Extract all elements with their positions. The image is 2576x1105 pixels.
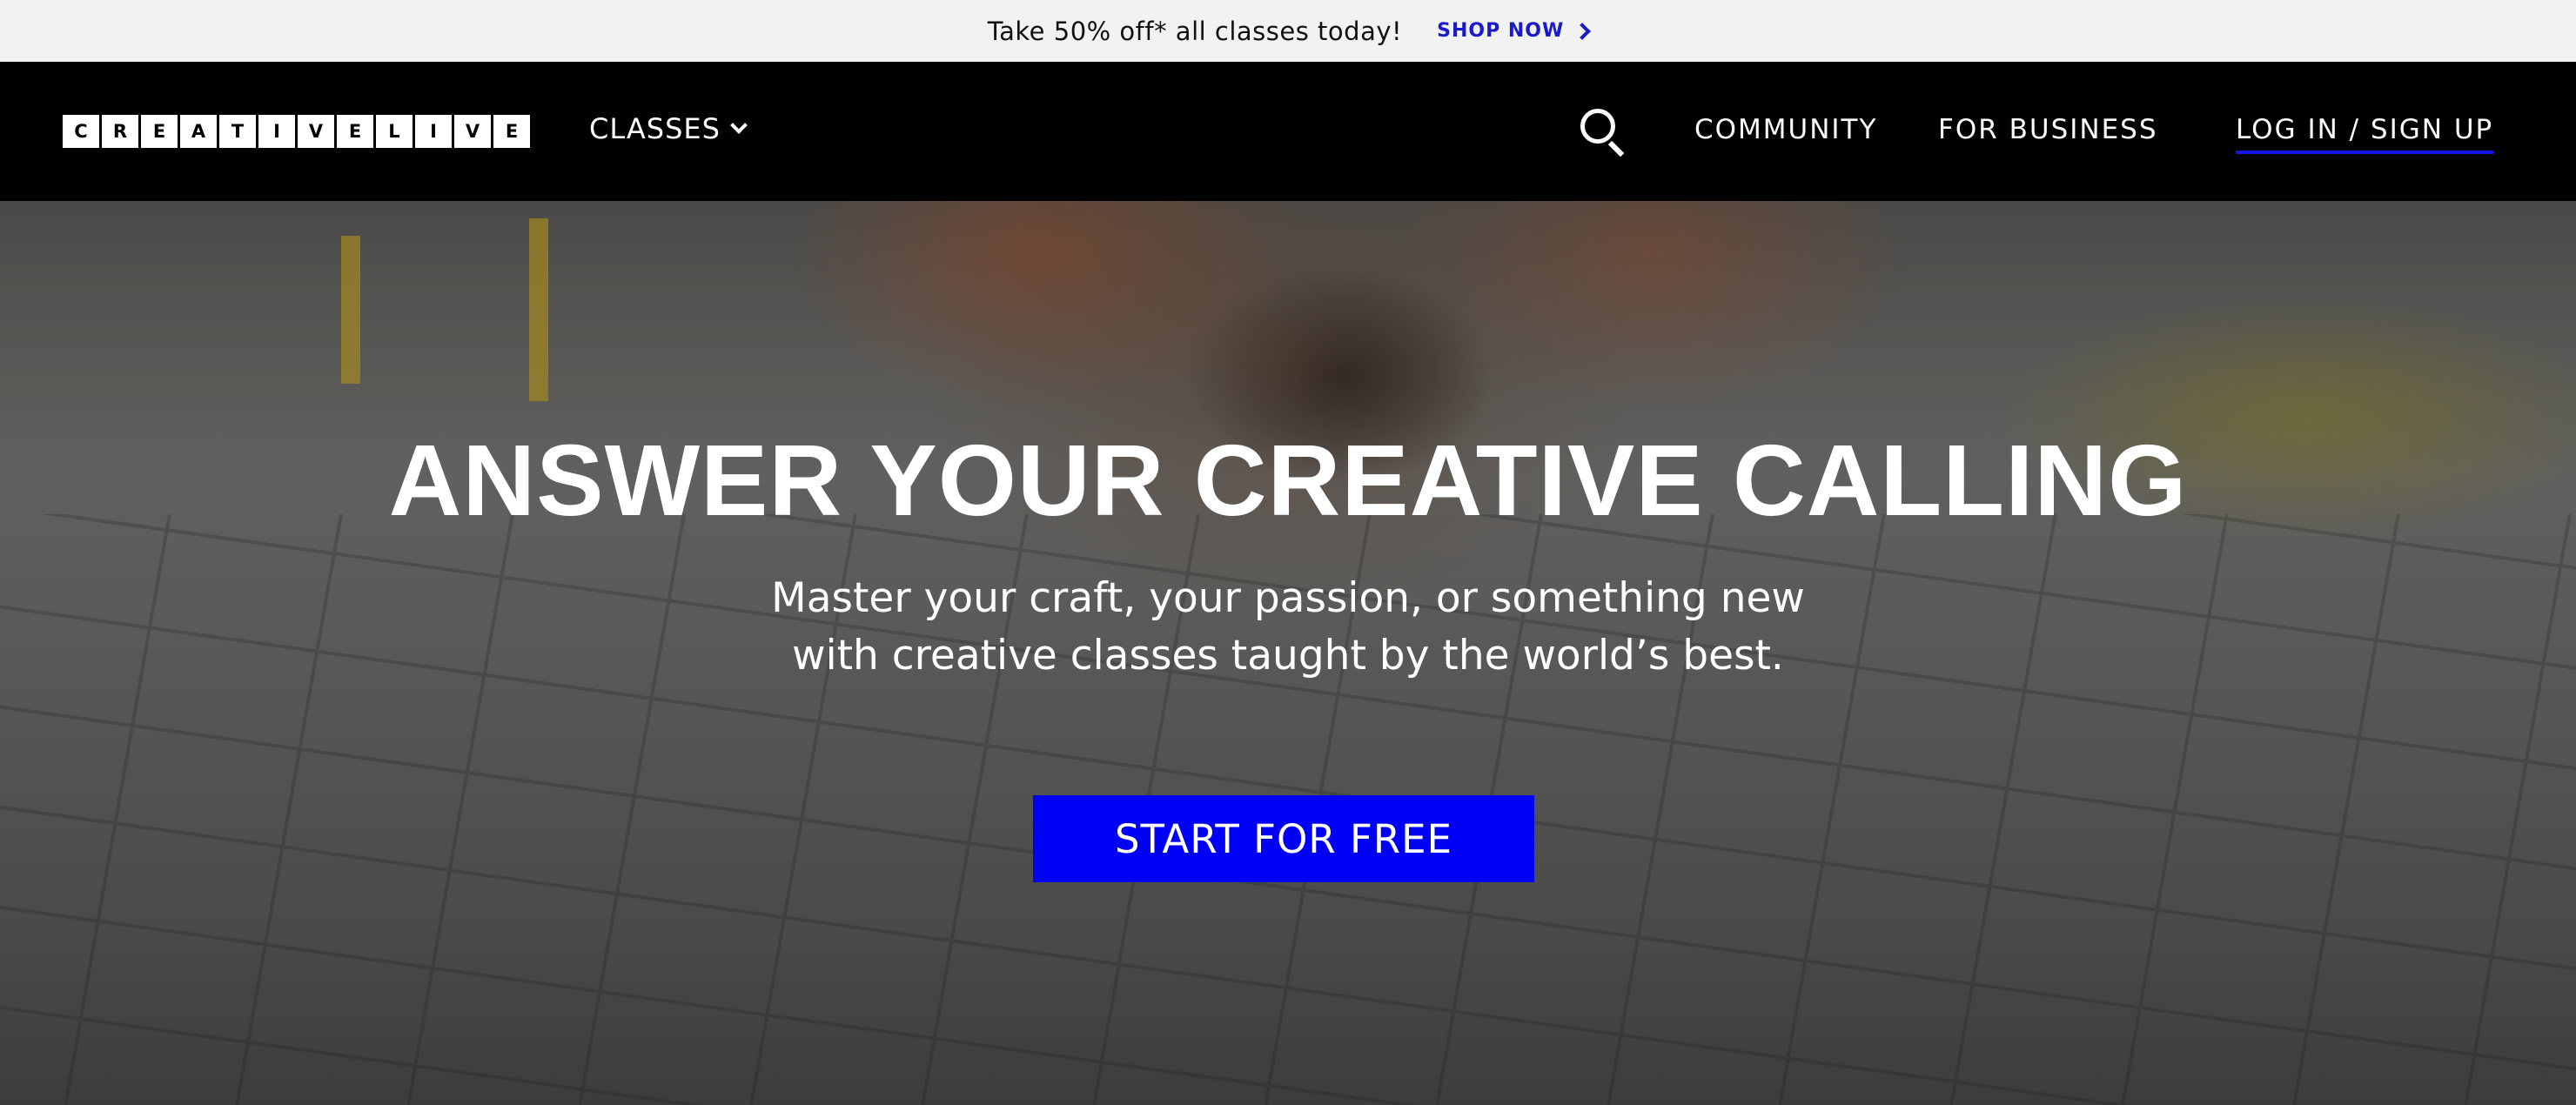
hero-subtitle-line: Master your craft, your passion, or some…: [771, 574, 1805, 622]
classes-label: CLASSES: [589, 112, 721, 145]
chevron-down-icon: [730, 117, 748, 134]
promo-bar: Take 50% off* all classes today! SHOP NO…: [0, 0, 2576, 62]
logo-letter: C: [63, 115, 99, 148]
hero-title: ANSWER YOUR CREATIVE CALLING: [388, 424, 2188, 537]
chevron-right-icon: [1573, 22, 1592, 40]
search-icon[interactable]: [1579, 107, 1627, 157]
login-signup-link[interactable]: LOG IN / SIGN UP: [2236, 114, 2494, 154]
logo-letter: T: [219, 115, 256, 148]
hero-section: ANSWER YOUR CREATIVE CALLING Master your…: [0, 201, 2576, 1105]
logo-letter: V: [298, 115, 334, 148]
hero-subtitle: Master your craft, your passion, or some…: [0, 570, 2576, 685]
logo-letter: R: [102, 115, 138, 148]
logo-letter: I: [415, 115, 452, 148]
for-business-link[interactable]: FOR BUSINESS: [1938, 114, 2158, 145]
shop-now-link[interactable]: SHOP NOW: [1437, 20, 1592, 42]
logo-letter: E: [141, 115, 178, 148]
logo-letter: A: [180, 115, 217, 148]
logo-letter: E: [337, 115, 373, 148]
start-for-free-button[interactable]: START FOR FREE: [1033, 795, 1534, 882]
logo-letter: V: [454, 115, 491, 148]
creativelive-logo[interactable]: C R E A T I V E L I V E: [63, 115, 530, 148]
logo-letter: L: [376, 115, 413, 148]
logo-letter: I: [258, 115, 295, 148]
community-link[interactable]: COMMUNITY: [1694, 114, 1877, 145]
top-nav: C R E A T I V E L I V E CLASSES COMMUNIT…: [0, 62, 2576, 201]
classes-menu[interactable]: CLASSES: [589, 112, 748, 145]
promo-text: Take 50% off* all classes today!: [987, 16, 1403, 46]
shop-now-label: SHOP NOW: [1437, 20, 1565, 42]
hero-subtitle-line: with creative classes taught by the worl…: [792, 632, 1784, 680]
logo-letter: E: [493, 115, 530, 148]
